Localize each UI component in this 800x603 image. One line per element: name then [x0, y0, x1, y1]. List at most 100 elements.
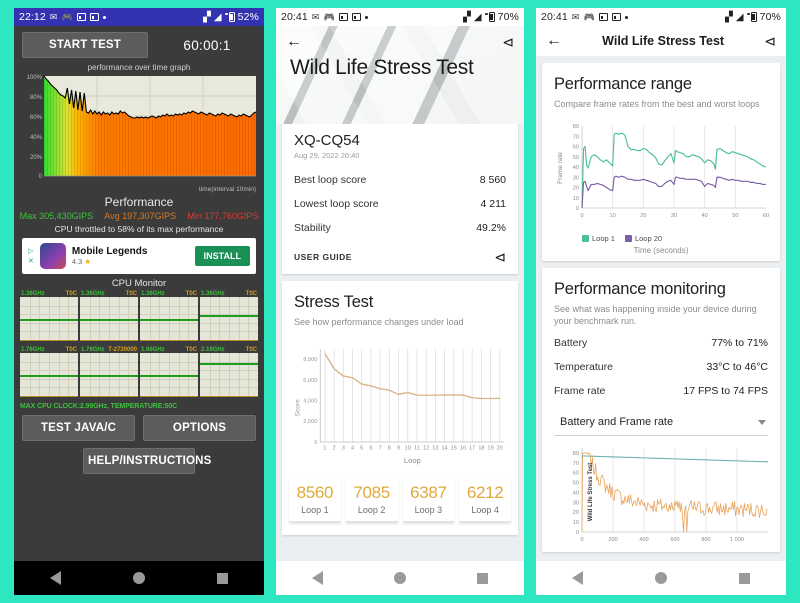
recents-icon[interactable] — [217, 572, 228, 584]
back-icon[interactable] — [311, 571, 323, 585]
status-bar-panel3: 20:41 ✉ 🎮 ▞ ◢ 70% — [536, 8, 786, 26]
loop-score-card[interactable]: 6387 Loop 3 — [402, 476, 455, 524]
gamepad-icon: 🎮 — [583, 11, 595, 22]
stat-avg: Avg 197,307GIPS — [104, 211, 177, 221]
legend-item-loop20: Loop 20 — [624, 234, 663, 244]
cpu-core-plot — [200, 297, 258, 341]
summary-row-value: 49.2% — [476, 222, 506, 234]
back-arrow-icon[interactable]: ← — [286, 34, 302, 50]
loop-score-label: Loop 3 — [414, 505, 443, 516]
cpu-core-cell: 1.66GHz T0C — [140, 347, 198, 401]
cpu-core-plot — [200, 353, 258, 397]
performance-range-title: Performance range — [554, 75, 692, 93]
chevron-down-icon[interactable] — [758, 419, 766, 425]
loop-score-card[interactable]: 8560 Loop 1 — [289, 476, 341, 524]
summary-row: Lowest loop score 4 211 — [282, 192, 518, 216]
ad-install-button[interactable]: INSTALL — [194, 246, 250, 266]
help-instructions-button[interactable]: HELP/INSTRUCTIONS — [83, 448, 211, 474]
loop-score-value: 6212 — [466, 483, 504, 503]
battery-framerate-chart: 0 10 20 30 40 50 60 70 80 0 200 400 600 800 1 000 Wil… — [542, 438, 780, 552]
svg-text:8: 8 — [388, 446, 391, 452]
svg-text:17: 17 — [469, 446, 475, 452]
svg-text:1 000: 1 000 — [730, 537, 744, 543]
screenshot-stage: 22:12 ✉ 🎮 ▞ ◢ 52% START TEST 60:00:1 per… — [0, 0, 800, 603]
svg-text:40: 40 — [702, 213, 708, 219]
svg-text:30: 30 — [573, 175, 579, 181]
cpu-core-plot — [20, 353, 78, 397]
recents-icon[interactable] — [739, 572, 750, 584]
cpu-core-trace — [140, 375, 198, 377]
home-icon[interactable] — [133, 572, 145, 584]
cpu-core-cell: 1.36GHz T0C — [80, 291, 138, 345]
start-test-button[interactable]: START TEST — [22, 32, 148, 58]
monitoring-row-value: 33°C to 46°C — [706, 361, 768, 374]
app-icon — [76, 13, 86, 21]
options-button[interactable]: OPTIONS — [143, 415, 256, 441]
home-icon[interactable] — [655, 572, 667, 584]
phone-panel-throttling-test: 22:12 ✉ 🎮 ▞ ◢ 52% START TEST 60:00:1 per… — [14, 8, 264, 595]
stress-test-subtitle: See how performance changes under load — [294, 317, 464, 327]
monitoring-row-value: 77% to 71% — [711, 337, 768, 350]
summary-row-value: 4 211 — [480, 198, 507, 210]
test-java-c-button[interactable]: TEST JAVA/C — [22, 415, 135, 441]
performance-monitoring-card: Performance monitoring See what was happ… — [542, 268, 780, 553]
summary-rows: Best loop score 8 560 Lowest loop score 4 2… — [282, 168, 518, 240]
back-icon[interactable] — [50, 571, 61, 585]
stress-test-chart: 0 2,000 4,000 6,000 8,000 1 2 3 4 5 6 7 8 9 10 11 12 13 1… — [282, 332, 518, 474]
loop-score-label: Loop 1 — [301, 505, 329, 516]
status-time: 22:12 — [19, 11, 46, 23]
loop-score-value: 6387 — [410, 483, 447, 503]
stat-max: Max 305,430GIPS — [19, 211, 94, 221]
back-arrow-icon[interactable]: ← — [546, 33, 562, 49]
loop-score-card[interactable]: 6212 Loop 4 — [459, 476, 511, 524]
metric-select[interactable]: Battery and Frame rate — [554, 409, 768, 437]
recents-icon[interactable] — [477, 572, 489, 584]
app-icon — [611, 13, 621, 21]
test-control-row: START TEST 60:00:1 — [14, 26, 264, 62]
status-bar-panel1: 22:12 ✉ 🎮 ▞ ◢ 52% — [14, 8, 264, 26]
ad-markers: ▷ ✕ — [28, 247, 34, 265]
status-bar-right: ▞ ◢ 70% — [725, 11, 781, 23]
svg-text:400: 400 — [639, 537, 648, 543]
throttle-note: CPU throttled to 58% of its max performa… — [54, 224, 224, 234]
details-scroll-area[interactable]: Performance range Compare frame rates fr… — [536, 56, 786, 561]
battery-framerate-ylabel: Wild Life Stress Test — [588, 463, 594, 522]
star-icon: ★ — [84, 257, 92, 266]
svg-text:50: 50 — [732, 213, 738, 219]
loop-score-card[interactable]: 7085 Loop 2 — [345, 476, 398, 524]
svg-text:13: 13 — [432, 446, 438, 452]
battery-percent: 70% — [759, 11, 781, 23]
monitoring-row-label: Battery — [554, 337, 588, 350]
advertisement-banner[interactable]: ▷ ✕ Mobile Legends 4.3 ★ INSTALL — [22, 238, 256, 274]
cpu-core-trace — [200, 315, 258, 317]
svg-text:8,000: 8,000 — [303, 357, 317, 363]
app-icon — [338, 13, 348, 21]
share-icon[interactable]: ⊲ — [494, 250, 506, 264]
share-icon[interactable]: ⊲ — [502, 35, 514, 49]
status-bar-right: ▞ ◢ 52% — [203, 11, 259, 23]
svg-text:10: 10 — [405, 446, 411, 452]
device-name: XQ-CQ54 — [294, 132, 360, 149]
svg-text:4: 4 — [351, 446, 354, 452]
stress-test-scroll-area[interactable]: ← ⊲ Wild Life Stress Test XQ-CQ54 Aug 29… — [276, 26, 524, 561]
home-icon[interactable] — [393, 572, 406, 584]
back-icon[interactable] — [572, 571, 583, 585]
performance-chart-svg: 100% 80% 60% 40% 20% 0 — [27, 75, 257, 180]
user-guide-link[interactable]: USER GUIDE — [294, 252, 352, 262]
hero-title: Wild Life Stress Test — [290, 56, 474, 79]
app-icon — [351, 13, 361, 21]
nav-bar-panel1 — [14, 561, 264, 595]
svg-text:80: 80 — [573, 451, 579, 457]
status-time: 20:41 — [281, 11, 308, 23]
cpu-core-plot — [140, 297, 198, 341]
battery-icon — [746, 12, 757, 22]
svg-text:80%: 80% — [30, 95, 43, 101]
share-icon[interactable]: ⊲ — [764, 34, 776, 48]
legend-label-loop20: Loop 20 — [634, 234, 663, 244]
ad-close-icon[interactable]: ✕ — [28, 257, 34, 265]
cpu-core-trace — [80, 375, 138, 377]
ad-title: Mobile Legends — [71, 246, 148, 257]
dot-icon — [624, 15, 628, 19]
cpu-core-trace — [200, 363, 258, 365]
battery-icon — [484, 12, 495, 22]
